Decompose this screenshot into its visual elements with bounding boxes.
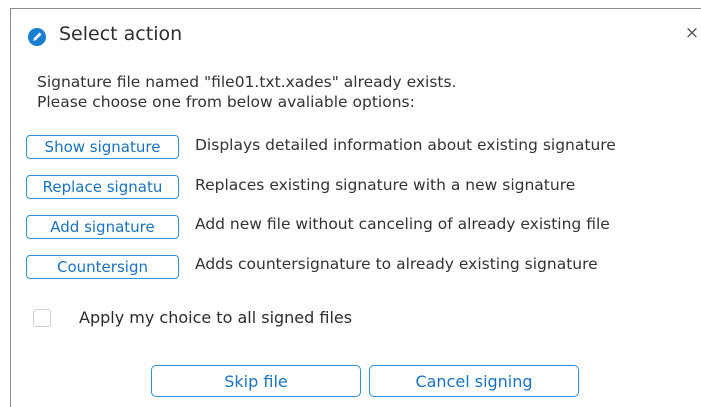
select-action-dialog: Select action × Signature file named "fi… bbox=[10, 8, 701, 407]
show-signature-description: Displays detailed information about exis… bbox=[195, 136, 616, 154]
message-line-1: Signature file named "file01.txt.xades" … bbox=[37, 73, 457, 91]
message-line-2: Please choose one from below avaliable o… bbox=[37, 93, 415, 111]
show-signature-button[interactable]: Show signature bbox=[26, 135, 179, 159]
skip-file-button[interactable]: Skip file bbox=[151, 365, 361, 397]
dialog-title: Select action bbox=[59, 23, 183, 45]
replace-signature-description: Replaces existing signature with a new s… bbox=[195, 176, 576, 194]
countersign-button[interactable]: Countersign bbox=[26, 255, 179, 279]
signature-app-icon bbox=[28, 28, 46, 46]
apply-all-label[interactable]: Apply my choice to all signed files bbox=[79, 308, 352, 327]
replace-signature-button[interactable]: Replace signatu bbox=[26, 175, 179, 199]
message-text: Signature file named "file01.txt.xades" … bbox=[37, 72, 456, 112]
add-signature-button[interactable]: Add signature bbox=[26, 215, 179, 239]
close-icon[interactable]: × bbox=[683, 22, 701, 44]
cancel-signing-button[interactable]: Cancel signing bbox=[369, 365, 579, 397]
title-bar: Select action × bbox=[11, 9, 701, 63]
apply-all-checkbox[interactable] bbox=[33, 309, 51, 327]
countersign-description: Adds countersignature to already existin… bbox=[195, 255, 598, 273]
add-signature-description: Add new file without canceling of alread… bbox=[195, 215, 610, 233]
